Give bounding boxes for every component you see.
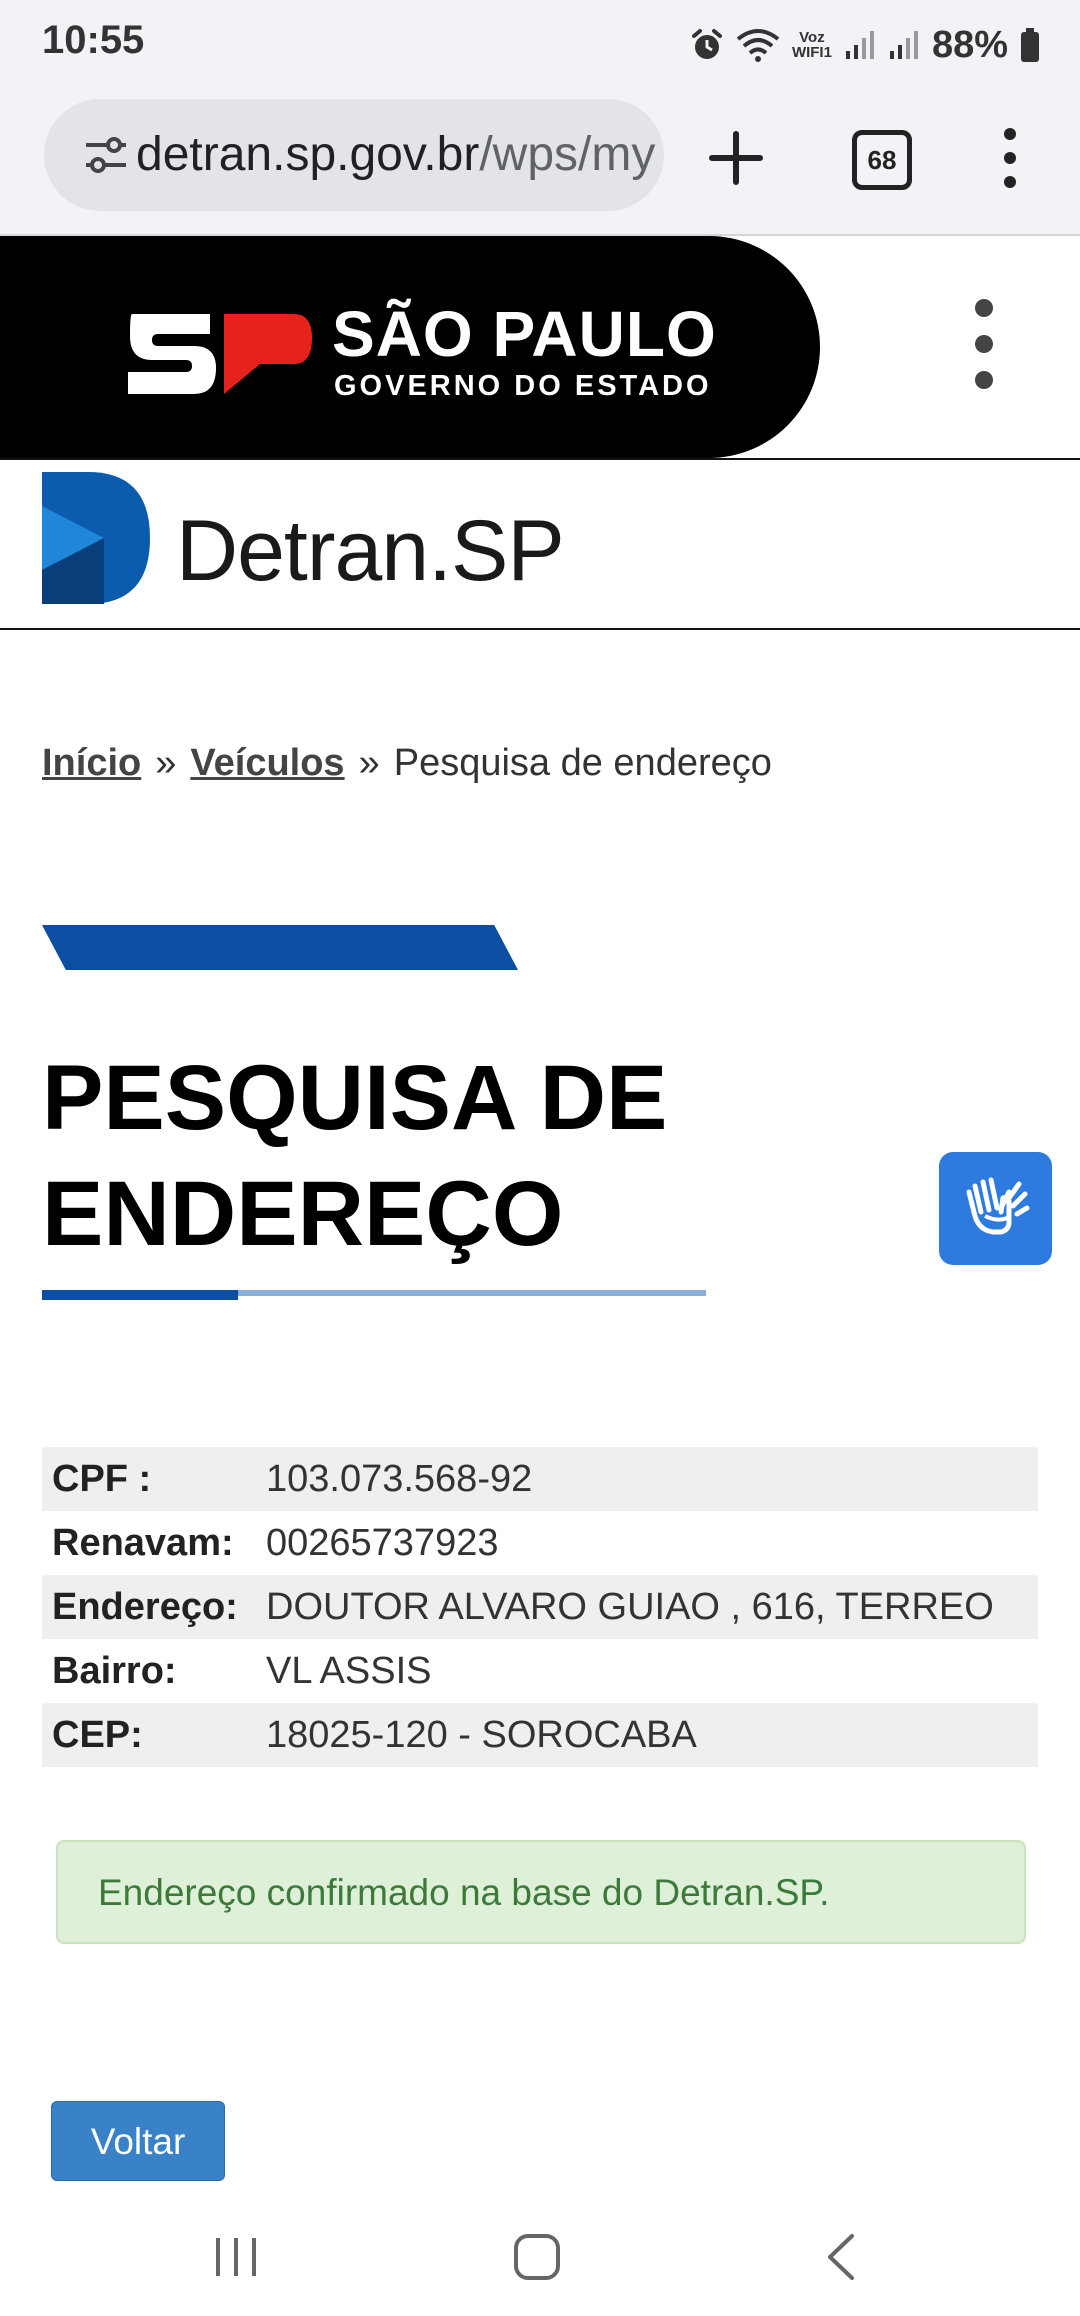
detran-logo-icon[interactable] <box>42 472 150 604</box>
cep-label: CEP: <box>42 1703 256 1767</box>
bairro-label: Bairro: <box>52 1649 177 1692</box>
home-icon[interactable] <box>512 2232 562 2282</box>
recent-apps-icon[interactable] <box>212 2234 260 2280</box>
breadcrumb: Início » Veículos » Pesquisa de endereço <box>42 742 772 785</box>
kebab-menu-icon[interactable] <box>966 294 1002 394</box>
gov-title: SÃO PAULO <box>332 298 717 370</box>
detran-header: Detran.SP <box>0 460 1080 630</box>
page-title: PESQUISA DE ENDEREÇO <box>42 1047 668 1265</box>
table-row: CPF : 103.073.568-92 <box>42 1447 1038 1511</box>
status-time: 10:55 <box>42 18 145 62</box>
detran-wordmark[interactable]: Detran.SP <box>176 502 565 601</box>
renavam-value: 00265737923 <box>266 1521 499 1564</box>
address-bar[interactable]: detran.sp.gov.br/wps/my <box>44 99 664 211</box>
bairro-value: VL ASSIS <box>266 1649 432 1692</box>
battery-percent: 88% <box>931 23 1008 66</box>
alarm-icon <box>691 29 722 59</box>
breadcrumb-veiculos[interactable]: Veículos <box>190 742 344 784</box>
gov-subtitle: GOVERNO DO ESTADO <box>334 370 712 402</box>
table-row: Renavam: 00265737923 <box>42 1511 1038 1575</box>
url-text[interactable]: detran.sp.gov.br/wps/my <box>136 127 655 182</box>
endereco-value: DOUTOR ALVARO GUIAO , 616, TERREO <box>256 1575 1038 1639</box>
signal-icon <box>889 31 918 59</box>
tab-switcher-button[interactable]: 68 <box>852 130 912 190</box>
battery-icon <box>1021 28 1039 62</box>
wifi-icon <box>736 29 780 62</box>
signal-icon <box>845 31 874 59</box>
menu-icon[interactable] <box>990 122 1030 194</box>
sign-language-hands-icon <box>966 1177 1030 1235</box>
browser-toolbar: detran.sp.gov.br/wps/my 68 <box>0 92 1080 236</box>
new-tab-icon[interactable] <box>700 122 772 194</box>
breadcrumb-separator: » <box>358 742 380 784</box>
breadcrumb-current: Pesquisa de endereço <box>393 742 772 784</box>
status-bar: 10:55 Voz WIFI1 88% <box>0 0 1080 92</box>
table-row: Endereço: DOUTOR ALVARO GUIAO , 616, TER… <box>42 1575 1038 1639</box>
alert-message: Endereço confirmado na base do Detran.SP… <box>98 1872 830 1913</box>
success-alert: Endereço confirmado na base do Detran.SP… <box>56 1840 1026 1944</box>
sign-language-button[interactable] <box>939 1152 1052 1265</box>
cpf-label: CPF : <box>42 1447 256 1511</box>
voz-wifi-label: Voz WIFI1 <box>791 29 832 61</box>
title-accent-stripe <box>42 925 518 970</box>
status-icons: Voz WIFI1 88% <box>690 20 1040 70</box>
table-row: Bairro: VL ASSIS <box>42 1639 1038 1703</box>
breadcrumb-separator: » <box>155 742 177 784</box>
back-button[interactable]: Voltar <box>51 2101 225 2181</box>
sp-logo-icon <box>128 314 312 394</box>
cep-value: 18025-120 - SOROCABA <box>256 1703 1038 1767</box>
renavam-label: Renavam: <box>52 1521 234 1564</box>
cpf-value: 103.073.568-92 <box>256 1447 1038 1511</box>
back-icon[interactable] <box>822 2232 858 2282</box>
site-settings-icon[interactable] <box>84 133 128 177</box>
system-nav-bar <box>0 2196 1080 2316</box>
endereco-label: Endereço: <box>42 1575 256 1639</box>
breadcrumb-inicio[interactable]: Início <box>42 742 141 784</box>
gov-banner[interactable]: SÃO PAULO GOVERNO DO ESTADO <box>0 236 820 458</box>
table-row: CEP: 18025-120 - SOROCABA <box>42 1703 1038 1767</box>
gov-header: SÃO PAULO GOVERNO DO ESTADO <box>0 236 1080 460</box>
address-record-table: CPF : 103.073.568-92 Renavam: 0026573792… <box>42 1447 1038 1767</box>
title-underline-accent <box>42 1290 238 1300</box>
